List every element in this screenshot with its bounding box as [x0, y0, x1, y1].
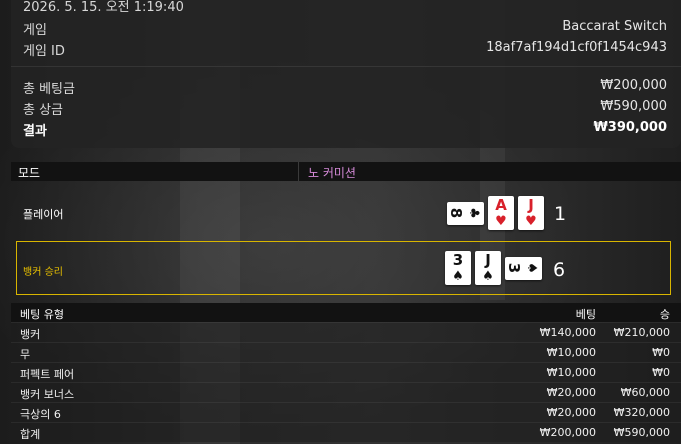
- spade-icon: ♠: [482, 269, 494, 284]
- heart-icon: ♥: [495, 214, 507, 229]
- bet-amount: ₩200,000: [539, 426, 596, 439]
- table-header: 베팅 유형 베팅 승: [11, 303, 681, 322]
- player-score: 1: [554, 203, 567, 225]
- heart-icon: ♥: [525, 214, 537, 229]
- total-bet-value: ₩200,000: [600, 78, 667, 93]
- bet-amount: ₩20,000: [546, 406, 596, 419]
- banker-score: 6: [553, 259, 566, 281]
- spade-icon: ♠: [523, 262, 539, 274]
- win-amount: ₩60,000: [620, 386, 670, 399]
- result-value: ₩390,000: [593, 120, 667, 135]
- banker-label: 뱅커 승리: [23, 267, 63, 278]
- round-datetime: 2026. 5. 15. 오전 1:19:40: [23, 0, 184, 15]
- card-rank: J: [485, 251, 491, 269]
- player-cards: 8 ♣ A ♥ J ♥: [447, 196, 544, 230]
- mode-value: 노 커미션: [308, 166, 356, 180]
- game-row: 게임 Baccarat Switch: [23, 19, 667, 38]
- total-win-label: 총 상금: [23, 103, 64, 118]
- playing-card: A ♥: [488, 196, 514, 230]
- win-amount: ₩320,000: [613, 406, 670, 419]
- total-bet-row: 총 베팅금 ₩200,000: [23, 78, 667, 97]
- bet-type: 합계: [20, 428, 41, 441]
- playing-card: J ♥: [518, 196, 544, 230]
- bet-type: 극상의 6: [20, 408, 61, 421]
- mode-label: 모드: [18, 166, 41, 180]
- divider: [11, 66, 681, 67]
- result-label: 결과: [23, 124, 47, 139]
- header-bet: 베팅: [575, 308, 596, 321]
- result-row: 결과 ₩390,000: [23, 120, 667, 139]
- mode-bar: 모드 노 커미션: [11, 162, 681, 181]
- card-rank: 3: [505, 262, 524, 274]
- card-rank: A: [495, 196, 507, 214]
- bet-amount: ₩10,000: [546, 366, 596, 379]
- win-amount: ₩0: [652, 366, 670, 379]
- bets-table: 베팅 유형 베팅 승 뱅커 ₩140,000 ₩210,000 무 ₩10,00…: [11, 303, 681, 442]
- win-amount: ₩0: [652, 346, 670, 359]
- player-hand: 플레이어 8 ♣ A ♥ J ♥ 1: [11, 190, 681, 240]
- game-id-label: 게임 ID: [23, 44, 65, 59]
- spade-icon: ♠: [452, 269, 464, 284]
- bet-type: 퍼펙트 페어: [20, 368, 75, 381]
- datetime-row: 2026. 5. 15. 오전 1:19:40: [23, 0, 667, 15]
- bet-amount: ₩140,000: [539, 326, 596, 339]
- playing-card: 3 ♠: [505, 257, 542, 280]
- bet-type: 뱅커: [20, 328, 41, 341]
- win-amount: ₩590,000: [613, 426, 670, 439]
- divider: [298, 162, 299, 181]
- table-row: 무 ₩10,000 ₩0: [11, 342, 681, 362]
- card-rank: J: [528, 196, 534, 214]
- winner-highlight: [16, 241, 671, 295]
- bet-amount: ₩20,000: [546, 386, 596, 399]
- table-row: 퍼펙트 페어 ₩10,000 ₩0: [11, 362, 681, 382]
- bet-type: 뱅커 보너스: [20, 388, 75, 401]
- game-label: 게임: [23, 23, 47, 38]
- table-row: 뱅커 ₩140,000 ₩210,000: [11, 322, 681, 342]
- banker-hand: 뱅커 승리 3 ♠ J ♠ 3 ♠ 6: [11, 241, 681, 295]
- player-label: 플레이어: [23, 208, 64, 221]
- total-bet-label: 총 베팅금: [23, 82, 75, 97]
- playing-card: 3 ♠: [445, 251, 471, 285]
- bet-type: 무: [20, 348, 31, 361]
- bet-amount: ₩10,000: [546, 346, 596, 359]
- total-win-value: ₩590,000: [600, 99, 667, 114]
- win-amount: ₩210,000: [613, 326, 670, 339]
- card-rank: 3: [452, 251, 464, 269]
- game-id-row: 게임 ID 18af7af194d1cf0f1454c943: [23, 40, 667, 59]
- header-win: 승: [659, 308, 670, 321]
- playing-card: 8 ♣: [447, 202, 484, 225]
- header-bet-type: 베팅 유형: [20, 308, 64, 321]
- game-value: Baccarat Switch: [562, 19, 667, 34]
- playing-card: J ♠: [475, 251, 501, 285]
- table-row: 극상의 6 ₩20,000 ₩320,000: [11, 402, 681, 422]
- total-win-row: 총 상금 ₩590,000: [23, 99, 667, 118]
- table-row: 뱅커 보너스 ₩20,000 ₩60,000: [11, 382, 681, 402]
- banker-cards: 3 ♠ J ♠ 3 ♠: [445, 251, 542, 285]
- round-summary-panel: 2026. 5. 15. 오전 1:19:40 게임 Baccarat Swit…: [11, 0, 681, 148]
- game-id-value[interactable]: 18af7af194d1cf0f1454c943: [486, 40, 667, 59]
- club-icon: ♣: [465, 207, 481, 219]
- table-row-total: 합계 ₩200,000 ₩590,000: [11, 422, 681, 442]
- card-rank: 8: [447, 207, 466, 219]
